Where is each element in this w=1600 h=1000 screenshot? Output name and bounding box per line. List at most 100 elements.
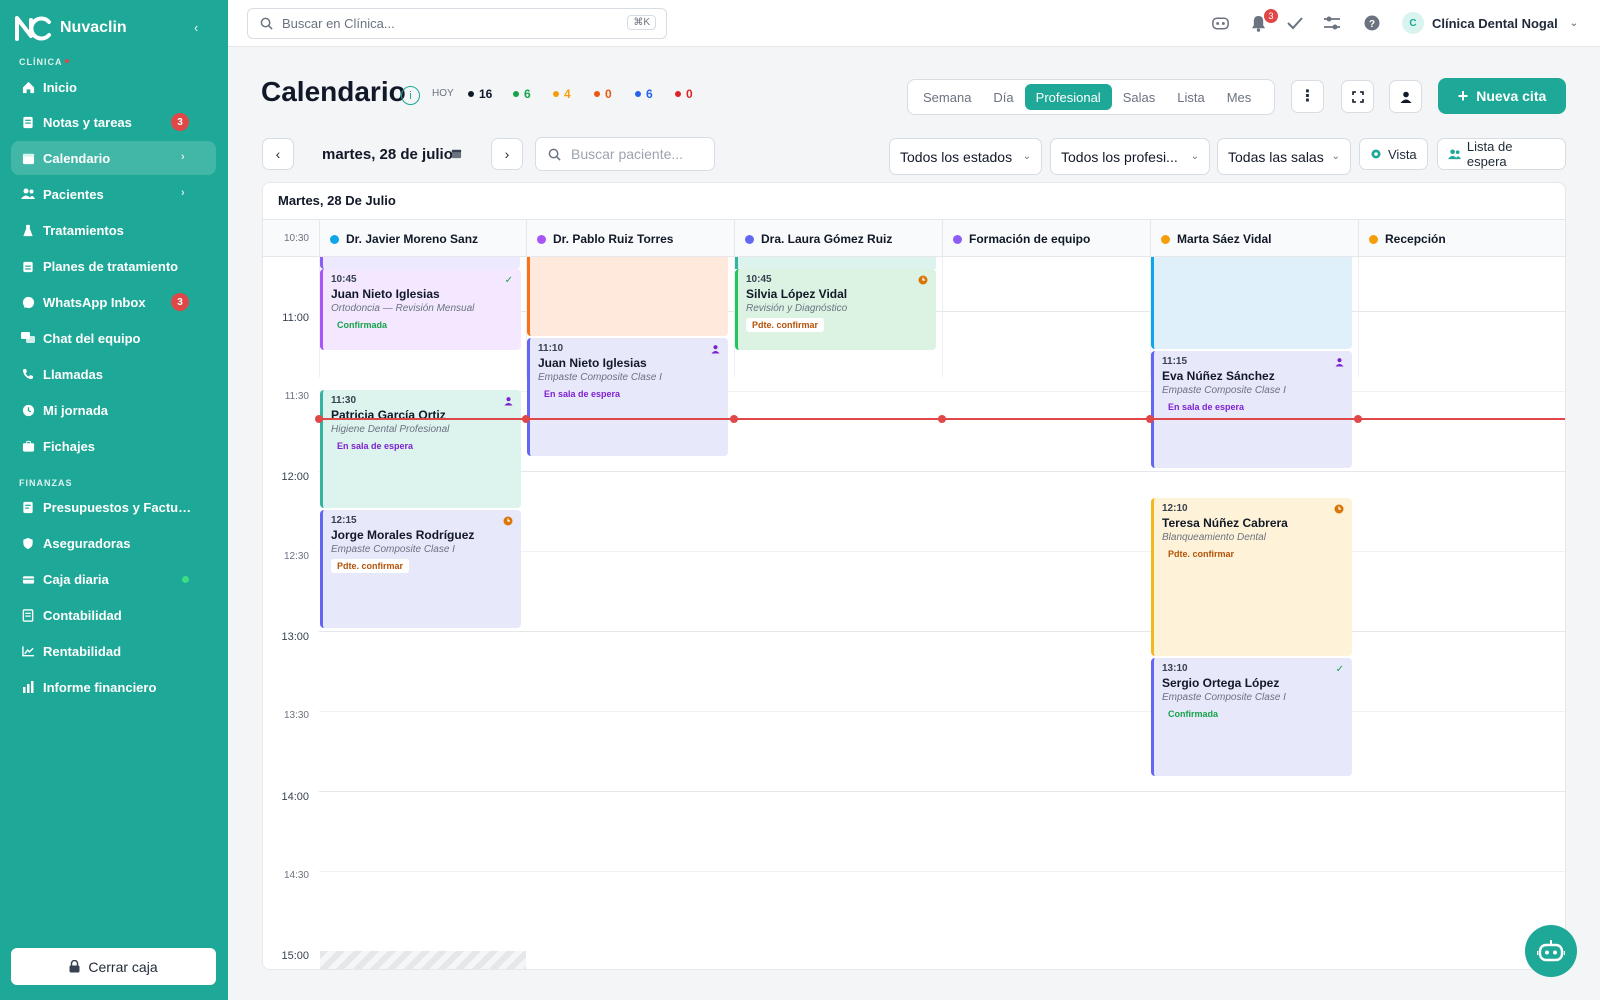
svg-text:?: ? (1369, 19, 1375, 30)
next-day-button[interactable]: › (491, 138, 523, 170)
sidebar-item-informe[interactable]: Informe financiero (11, 670, 216, 704)
sidebar-item-pacientes[interactable]: Pacientes › (11, 177, 216, 211)
sidebar-item-notas[interactable]: Notas y tareas 3 (11, 105, 216, 139)
search-shortcut: ⌘K (627, 15, 656, 30)
sidebar-item-caja-diaria[interactable]: Caja diaria (11, 562, 216, 596)
sidebar-item-tratamientos[interactable]: Tratamientos (11, 213, 216, 247)
info-icon[interactable]: i (401, 86, 420, 105)
column-divider (942, 257, 943, 377)
appointment-procedure: Empaste Composite Clase I (1162, 385, 1286, 396)
column-header[interactable]: Dr. Pablo Ruiz Torres (526, 220, 734, 258)
sidebar-item-inicio[interactable]: Inicio (11, 70, 216, 104)
clock-icon (21, 403, 35, 417)
appointment-patient: Eva Núñez Sánchez (1162, 369, 1275, 383)
current-time-dot (1146, 415, 1154, 423)
status-badge: Confirmada (1162, 707, 1225, 721)
calendar-picker-icon[interactable] (451, 148, 462, 162)
sidebar-item-fichajes[interactable]: Fichajes (11, 429, 216, 463)
appointment-card[interactable]: 10:45 Silvia López Vidal Revisión y Diag… (735, 269, 936, 350)
nueva-cita-button[interactable]: + Nueva cita (1438, 78, 1566, 114)
stat-value: 4 (564, 87, 571, 101)
global-search-input[interactable]: Buscar en Clínica... ⌘K (247, 8, 667, 39)
appointment-procedure: Empaste Composite Clase I (1162, 692, 1286, 703)
appointment-procedure: Revisión y Diagnóstico (746, 303, 848, 314)
more-options-button[interactable]: ⋮ (1291, 80, 1324, 113)
professional-color-dot (330, 234, 339, 244)
current-time-dot (1354, 415, 1362, 423)
professional-name: Dr. Javier Moreno Sanz (346, 232, 479, 246)
column-header[interactable]: Dra. Laura Gómez Ruiz (734, 220, 942, 258)
appointment-card[interactable]: 11:10 Juan Nieto Iglesias Empaste Compos… (527, 338, 728, 456)
help-icon[interactable]: ? (1362, 13, 1382, 33)
sidebar-item-llamadas[interactable]: Llamadas (11, 357, 216, 391)
whatsapp-count-badge: 3 (171, 293, 189, 311)
settings-sliders-icon[interactable] (1322, 13, 1342, 33)
sidebar-item-planes[interactable]: Planes de tratamiento (11, 249, 216, 283)
column-header[interactable]: Marta Sáez Vidal (1150, 220, 1358, 258)
brand-logo[interactable]: Nuvaclin (14, 14, 127, 42)
appointment-card[interactable]: 11:30 Patricia García Ortiz Higiene Dent… (320, 390, 521, 508)
stat-value: 16 (479, 87, 493, 101)
sidebar-item-aseguradoras[interactable]: Aseguradoras (11, 526, 216, 560)
sidebar-item-mi-jornada[interactable]: Mi jornada (11, 393, 216, 427)
view-tab-profesional[interactable]: Profesional (1024, 84, 1112, 110)
stat-dot (635, 91, 641, 97)
clinic-selector[interactable]: C Clínica Dental Nogal ⌄ (1402, 12, 1578, 34)
sidebar-item-label: Tratamientos (43, 222, 124, 238)
appointment-card[interactable]: 12:15 Jorge Morales Rodríguez Empaste Co… (320, 510, 521, 628)
filter-estados[interactable]: Todos los estados ⌄ (889, 138, 1042, 175)
sidebar-item-contabilidad[interactable]: Contabilidad (11, 598, 216, 632)
sidebar-item-label: Presupuestos y Facturas (43, 499, 193, 515)
appointment-card[interactable]: 11:15 Eva Núñez Sánchez Empaste Composit… (1151, 351, 1352, 468)
stat-pending: 4 (553, 87, 571, 101)
clock-icon (918, 275, 928, 288)
appointment-continuation[interactable] (527, 257, 728, 336)
view-tab-salas[interactable]: Salas (1112, 84, 1167, 110)
current-time-dot (315, 415, 323, 423)
user-view-button[interactable] (1389, 80, 1422, 113)
filter-salas[interactable]: Todas las salas ⌄ (1217, 138, 1351, 175)
view-tab-lista[interactable]: Lista (1166, 84, 1215, 110)
current-date[interactable]: martes, 28 de julio (322, 146, 453, 163)
sidebar-item-presupuestos[interactable]: Presupuestos y Facturas (11, 490, 216, 524)
robot-icon[interactable] (1210, 13, 1230, 33)
sidebar: Nuvaclin ‹ CLÍNICA Inicio Notas y tareas… (0, 0, 228, 1000)
sidebar-item-calendario[interactable]: Calendario › (11, 141, 216, 175)
appointment-continuation[interactable] (735, 257, 936, 269)
current-time-dot (730, 415, 738, 423)
status-badge: En sala de espera (1162, 400, 1251, 414)
cerrar-caja-button[interactable]: Cerrar caja (11, 948, 216, 985)
fullscreen-button[interactable] (1341, 80, 1374, 113)
lista-espera-button[interactable]: Lista de espera (1437, 138, 1566, 170)
prev-day-button[interactable]: ‹ (262, 138, 294, 170)
sidebar-item-rentabilidad[interactable]: Rentabilidad (11, 634, 216, 668)
column-header[interactable]: Formación de equipo (942, 220, 1150, 258)
appointment-continuation[interactable] (1151, 257, 1352, 349)
view-tab-mes[interactable]: Mes (1216, 84, 1263, 110)
professional-color-dot (745, 234, 754, 244)
sidebar-item-whatsapp[interactable]: WhatsApp Inbox 3 (11, 285, 216, 319)
tasks-check-icon[interactable] (1285, 13, 1305, 33)
status-badge: En sala de espera (538, 387, 627, 401)
view-tab-semana[interactable]: Semana (912, 84, 982, 110)
appointment-card[interactable]: 10:45 Juan Nieto Iglesias Ortodoncia — R… (320, 269, 521, 350)
filter-profesionales[interactable]: Todos los profesi... ⌄ (1050, 138, 1210, 175)
section-label-finanzas: FINANZAS (19, 478, 73, 488)
column-header[interactable]: Dr. Javier Moreno Sanz (319, 220, 526, 258)
sidebar-item-chat-equipo[interactable]: Chat del equipo (11, 321, 216, 355)
team-chat-icon (21, 331, 35, 345)
appointment-card[interactable]: 12:10 Teresa Núñez Cabrera Blanqueamient… (1151, 498, 1352, 656)
appointment-procedure: Blanqueamiento Dental (1162, 532, 1266, 543)
column-header[interactable]: Recepción (1358, 220, 1565, 258)
appointment-continuation[interactable] (320, 257, 520, 269)
appointment-patient: Silvia López Vidal (746, 287, 848, 301)
hour-line (319, 791, 1565, 792)
patient-search-input[interactable]: Buscar paciente... (535, 137, 715, 171)
status-badge: En sala de espera (331, 439, 420, 453)
view-tab-dia[interactable]: Día (982, 84, 1024, 110)
vista-button[interactable]: Vista (1359, 138, 1428, 170)
appointment-card[interactable]: 13:10 Sergio Ortega López Empaste Compos… (1151, 658, 1352, 776)
collapse-sidebar-icon[interactable]: ‹ (194, 20, 198, 35)
sidebar-item-label: Notas y tareas (43, 114, 132, 130)
assistant-bot-button[interactable] (1525, 925, 1577, 977)
